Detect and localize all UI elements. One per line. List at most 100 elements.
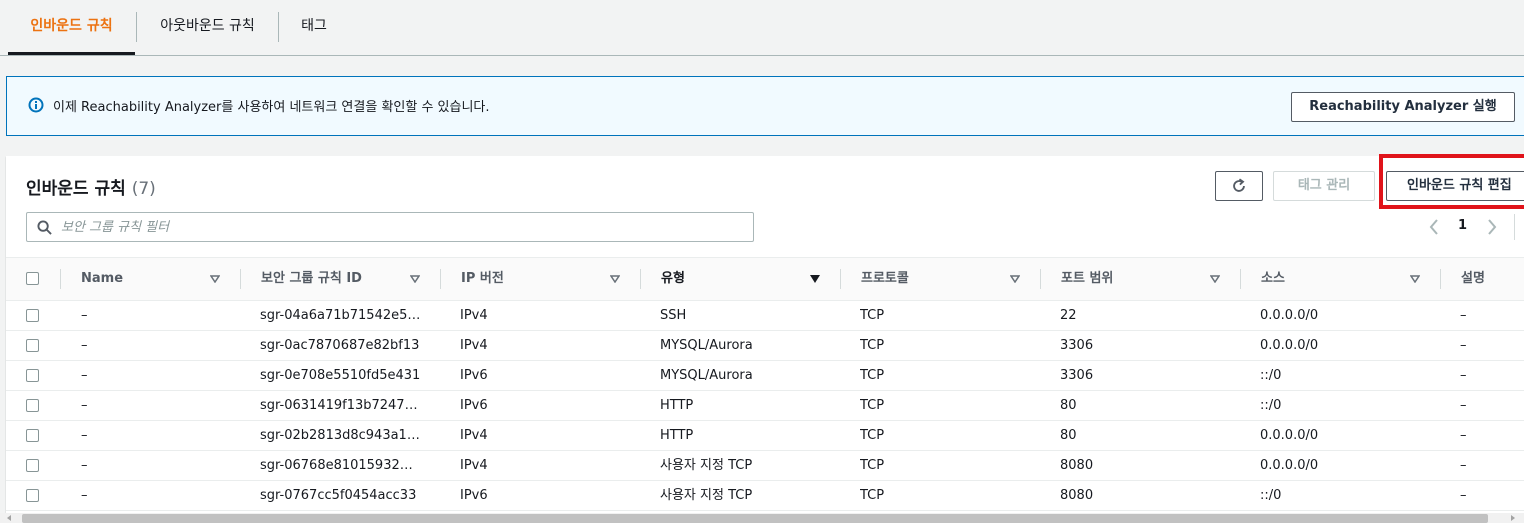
search-icon xyxy=(37,220,52,235)
cell-protocol: TCP xyxy=(860,398,885,413)
row-checkbox[interactable] xyxy=(26,489,39,502)
cell-type: SSH xyxy=(660,308,687,323)
tab-inbound-rules[interactable]: 인바운드 규칙 xyxy=(8,0,135,55)
column-header-source[interactable]: 소스 xyxy=(1261,258,1285,300)
page-number[interactable]: 1 xyxy=(1458,218,1467,233)
info-icon xyxy=(28,97,44,113)
inbound-rules-panel: 인바운드 규칙 (7) 태그 관리 인바운드 규칙 편집 1 Name xyxy=(6,154,1524,523)
cell-type: 사용자 지정 TCP xyxy=(660,488,753,503)
column-header-ip-version[interactable]: IP 버전 xyxy=(461,258,504,300)
row-checkbox[interactable] xyxy=(26,339,39,352)
cell-rule-id[interactable]: sgr-04a6a71b71542e5… xyxy=(260,301,430,331)
highlight-box xyxy=(1379,154,1524,209)
reachability-analyzer-button[interactable]: Reachability Analyzer 실행 xyxy=(1291,92,1515,122)
cell-rule-id[interactable]: sgr-0ac7870687e82bf13 xyxy=(260,331,430,361)
cell-ip-version: IPv6 xyxy=(460,368,488,383)
cell-rule-id[interactable]: sgr-0767cc5f0454acc33 xyxy=(260,481,430,511)
manage-tags-button[interactable]: 태그 관리 xyxy=(1273,171,1375,201)
cell-description: – xyxy=(1460,488,1467,503)
column-header-description[interactable]: 설명 xyxy=(1461,258,1485,300)
column-separator xyxy=(60,269,61,289)
cell-port-range: 3306 xyxy=(1060,338,1094,353)
cell-protocol: TCP xyxy=(860,338,885,353)
search-box xyxy=(26,212,754,242)
tab-outbound-rules[interactable]: 아웃바운드 규칙 xyxy=(137,0,278,55)
table-row[interactable]: – sgr-0631419f13b7247… IPv6 HTTP TCP 80 … xyxy=(6,391,1524,421)
cell-type: 사용자 지정 TCP xyxy=(660,458,753,473)
row-checkbox[interactable] xyxy=(26,399,39,412)
sort-icon[interactable] xyxy=(1410,275,1420,283)
cell-name: – xyxy=(81,398,88,413)
cell-source: ::/0 xyxy=(1260,398,1282,413)
column-header-name[interactable]: Name xyxy=(81,258,123,300)
cell-name: – xyxy=(81,368,88,383)
table-row[interactable]: – sgr-06768e81015932… IPv4 사용자 지정 TCP TC… xyxy=(6,451,1524,481)
column-header-port-range[interactable]: 포트 범위 xyxy=(1061,258,1113,300)
column-header-rule-id[interactable]: 보안 그룹 규칙 ID xyxy=(261,258,362,300)
scroll-left-icon[interactable] xyxy=(4,513,14,523)
select-all-checkbox[interactable] xyxy=(26,272,39,285)
refresh-button[interactable] xyxy=(1215,171,1263,201)
cell-port-range: 80 xyxy=(1060,398,1077,413)
cell-rule-id[interactable]: sgr-0631419f13b7247… xyxy=(260,391,430,421)
cell-source: 0.0.0.0/0 xyxy=(1260,428,1319,443)
scrollbar-thumb[interactable] xyxy=(22,514,1488,523)
cell-protocol: TCP xyxy=(860,308,885,323)
table-row[interactable]: – sgr-0ac7870687e82bf13 IPv4 MYSQL/Auror… xyxy=(6,331,1524,361)
sort-icon[interactable] xyxy=(1010,275,1020,283)
scroll-right-icon[interactable] xyxy=(1508,513,1518,523)
row-checkbox[interactable] xyxy=(26,429,39,442)
cell-rule-id[interactable]: sgr-02b2813d8c943a1… xyxy=(260,421,430,451)
cell-source: 0.0.0.0/0 xyxy=(1260,338,1319,353)
rule-count: (7) xyxy=(131,179,156,199)
cell-type: HTTP xyxy=(660,428,694,443)
sort-icon[interactable] xyxy=(410,275,420,283)
tab-tags[interactable]: 태그 xyxy=(279,0,349,55)
cell-description: – xyxy=(1460,398,1467,413)
row-checkbox[interactable] xyxy=(26,459,39,472)
table-row[interactable]: – sgr-0767cc5f0454acc33 IPv6 사용자 지정 TCP … xyxy=(6,481,1524,511)
table-row[interactable]: – sgr-0e708e5510fd5e431 IPv6 MYSQL/Auror… xyxy=(6,361,1524,391)
cell-description: – xyxy=(1460,368,1467,383)
column-header-protocol[interactable]: 프로토콜 xyxy=(861,258,909,300)
cell-type: HTTP xyxy=(660,398,694,413)
table-row[interactable]: – sgr-04a6a71b71542e5… IPv4 SSH TCP 22 0… xyxy=(6,301,1524,331)
refresh-icon xyxy=(1233,178,1245,192)
tab-bar: 인바운드 규칙 아웃바운드 규칙 태그 xyxy=(0,0,1524,56)
sort-desc-icon[interactable] xyxy=(810,275,820,283)
cell-description: – xyxy=(1460,428,1467,443)
row-checkbox[interactable] xyxy=(26,309,39,322)
cell-source: 0.0.0.0/0 xyxy=(1260,308,1319,323)
pager-separator xyxy=(1514,214,1515,240)
cell-protocol: TCP xyxy=(860,458,885,473)
cell-protocol: TCP xyxy=(860,368,885,383)
cell-description: – xyxy=(1460,308,1467,323)
search-input[interactable] xyxy=(61,216,741,238)
sort-icon[interactable] xyxy=(610,275,620,283)
table-header: Name 보안 그룹 규칙 ID IP 버전 유형 프로토콜 포트 범위 소스 … xyxy=(6,257,1524,301)
cell-description: – xyxy=(1460,458,1467,473)
sort-icon[interactable] xyxy=(210,275,220,283)
cell-type: MYSQL/Aurora xyxy=(660,338,753,353)
cell-description: – xyxy=(1460,338,1467,353)
table-row[interactable]: – sgr-02b2813d8c943a1… IPv4 HTTP TCP 80 … xyxy=(6,421,1524,451)
horizontal-scrollbar[interactable] xyxy=(0,513,1524,523)
cell-ip-version: IPv4 xyxy=(460,338,488,353)
cell-port-range: 80 xyxy=(1060,428,1077,443)
banner-text: 이제 Reachability Analyzer를 사용하여 네트워크 연결을 … xyxy=(53,100,490,115)
column-separator xyxy=(840,269,841,289)
chevron-right-icon[interactable] xyxy=(1486,217,1498,237)
column-separator xyxy=(440,269,441,289)
cell-source: 0.0.0.0/0 xyxy=(1260,458,1319,473)
row-checkbox[interactable] xyxy=(26,369,39,382)
cell-protocol: TCP xyxy=(860,488,885,503)
cell-rule-id[interactable]: sgr-0e708e5510fd5e431 xyxy=(260,361,430,391)
info-banner: 이제 Reachability Analyzer를 사용하여 네트워크 연결을 … xyxy=(6,76,1524,136)
cell-rule-id[interactable]: sgr-06768e81015932… xyxy=(260,451,430,481)
cell-port-range: 8080 xyxy=(1060,458,1094,473)
panel-title: 인바운드 규칙 (7) xyxy=(26,174,156,199)
cell-ip-version: IPv4 xyxy=(460,458,488,473)
chevron-left-icon[interactable] xyxy=(1428,217,1440,237)
sort-icon[interactable] xyxy=(1210,275,1220,283)
column-header-type[interactable]: 유형 xyxy=(661,258,685,300)
